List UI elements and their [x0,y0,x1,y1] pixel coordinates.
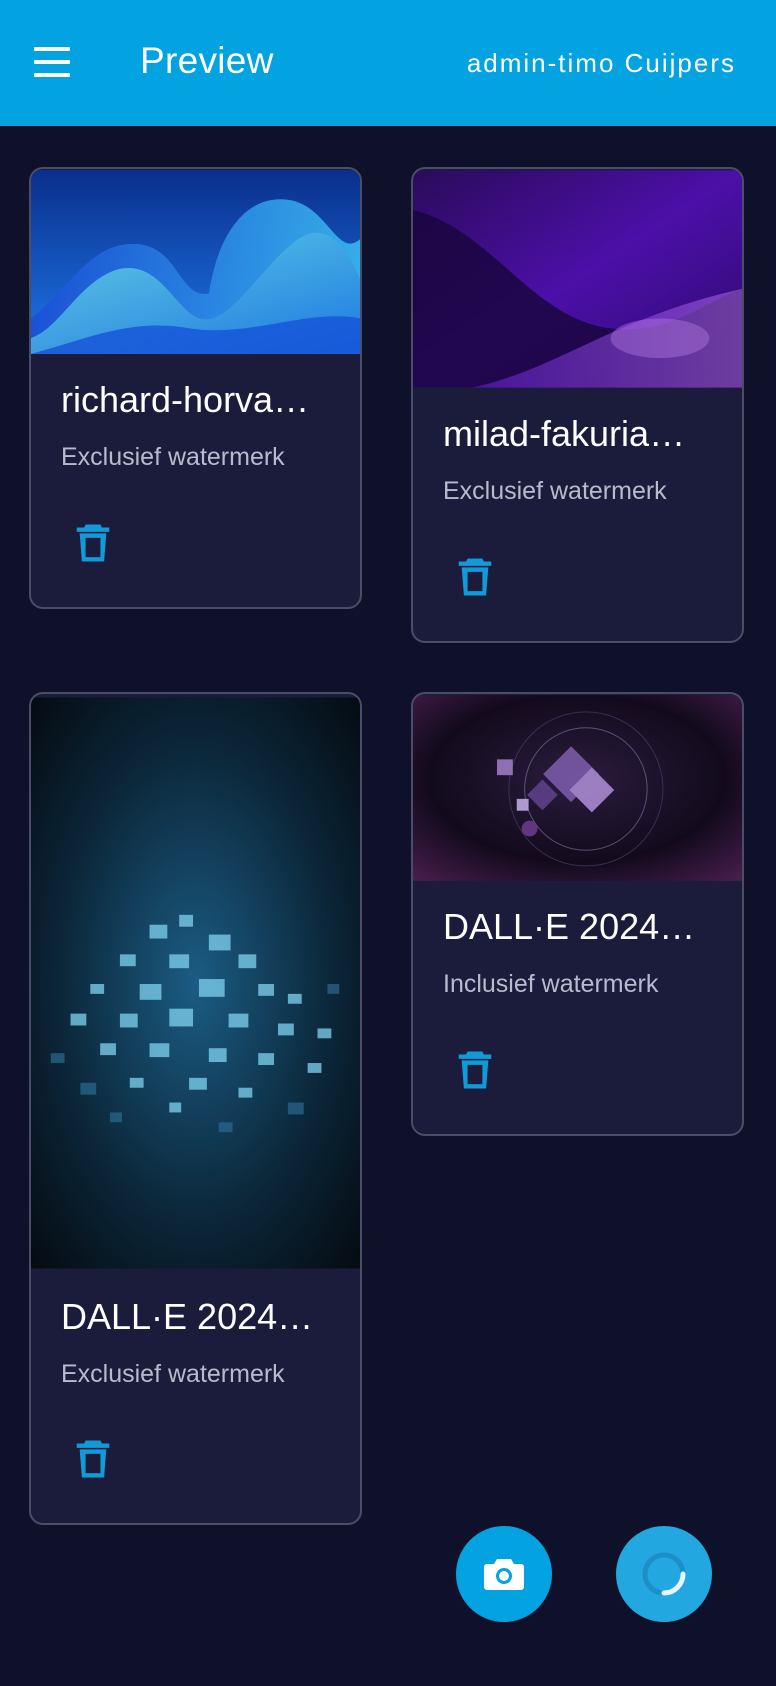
card-title: DALL·E 2024… [443,906,696,947]
trash-icon[interactable] [457,1050,493,1090]
user-name[interactable]: admin-timo Cuijpers [467,48,736,79]
card-image[interactable] [413,694,742,882]
page-title: Preview [140,40,274,81]
camera-button[interactable] [456,1526,552,1622]
hamburger-menu-icon[interactable] [34,47,70,77]
image-card[interactable]: DALL·E 2024… Inclusief watermerk [411,692,744,1136]
camera-icon [484,1559,524,1590]
card-title: richard-horva… [61,379,310,420]
card-title: DALL·E 2024… [61,1296,314,1337]
card-image[interactable] [31,169,360,355]
trash-icon[interactable] [457,557,493,597]
loading-button[interactable] [616,1526,712,1622]
image-card[interactable]: DALL·E 2024… Exclusief watermerk [29,692,362,1525]
trash-icon[interactable] [75,1439,111,1479]
image-card[interactable]: richard-horva… Exclusief watermerk [29,167,362,609]
trash-icon[interactable] [75,523,111,563]
app-bar: Preview admin-timo Cuijpers [0,0,776,126]
watermark-status: Exclusief watermerk [61,443,285,471]
card-image[interactable] [31,694,360,1272]
loading-spinner-icon [642,1552,686,1596]
card-title: milad-fakuria… [443,413,686,454]
watermark-status: Exclusief watermerk [61,1360,285,1388]
image-card[interactable]: milad-fakuria… Exclusief watermerk [411,167,744,643]
watermark-status: Exclusief watermerk [443,477,667,505]
card-image[interactable] [413,169,742,389]
watermark-status: Inclusief watermerk [443,970,659,998]
